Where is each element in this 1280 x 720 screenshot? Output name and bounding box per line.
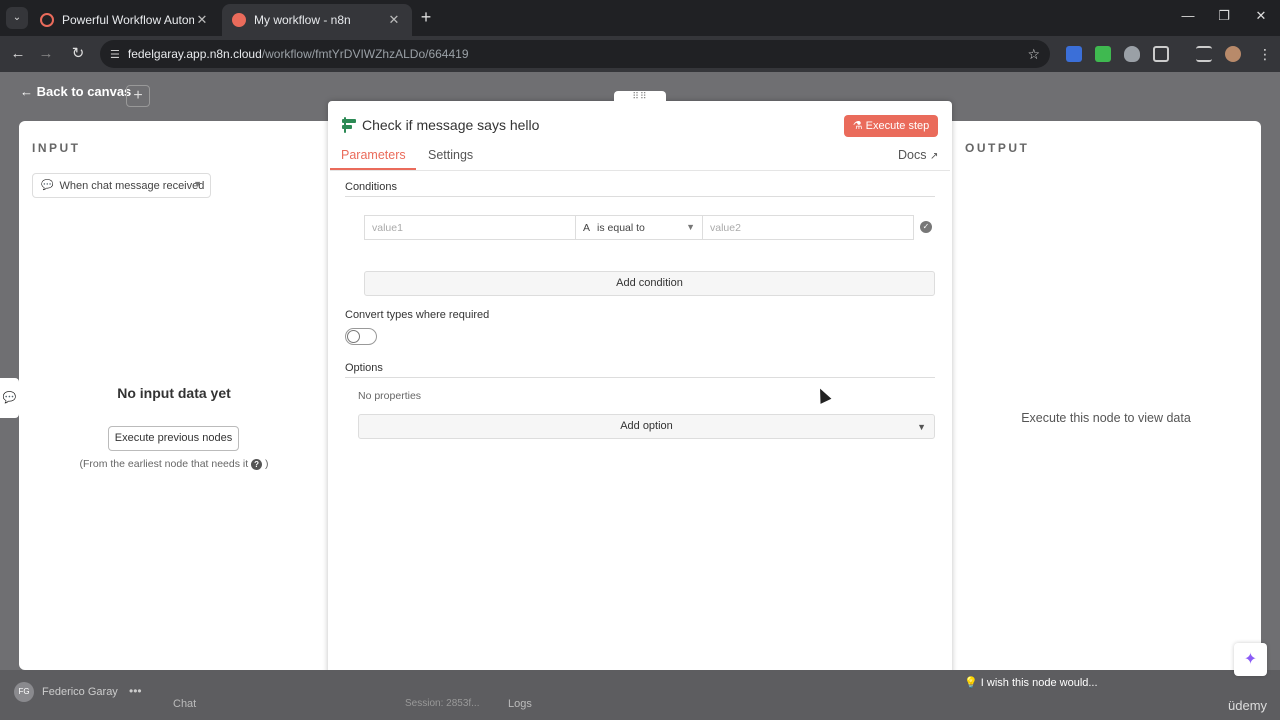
ai-assistant-sparkle-icon[interactable]: ✦ [1234,643,1267,676]
extensions-puzzle-icon[interactable] [1153,46,1169,62]
condition-check-icon: ✓ [920,221,932,233]
operator-value: is equal to [597,221,645,234]
operator-select[interactable]: A is equal to ▼ [575,215,703,240]
tab-divider [330,170,950,171]
close-window-icon[interactable]: ✕ [1251,8,1271,24]
value1-input[interactable]: value1 [364,215,576,240]
more-options-icon[interactable]: ••• [129,684,142,698]
new-tab-icon[interactable]: + [416,8,436,28]
feedback-link[interactable]: 💡 I wish this node would... [964,676,1098,689]
site-info-icon[interactable]: ☰ [110,48,120,61]
profile-avatar-icon[interactable] [1225,46,1241,62]
n8n-favicon-icon [40,13,54,27]
url-host: fedelgaray.app.n8n.cloud [127,47,262,61]
input-pane-title: INPUT [32,141,81,155]
tab-parameters[interactable]: Parameters [341,148,406,162]
reload-icon[interactable]: ↻ [68,44,88,64]
conditions-heading: Conditions [345,181,397,193]
extension-icon[interactable] [1066,46,1082,62]
string-type-icon: A [583,221,591,234]
minimize-icon[interactable]: — [1178,8,1198,23]
add-condition-button[interactable]: Add condition [364,271,935,296]
chevron-down-icon: ▼ [917,422,926,432]
lightbulb-icon: 💡 [964,677,978,689]
convert-types-toggle[interactable] [345,328,377,345]
external-link-icon: ↗ [929,151,939,162]
n8n-favicon-icon [232,13,246,27]
restore-icon[interactable]: ❐ [1214,8,1234,24]
tab-settings[interactable]: Settings [428,148,473,162]
session-id: Session: 2853f... [405,698,480,709]
input-source-select[interactable]: 💬 When chat message received ▼ [32,173,211,198]
add-option-label: Add option [620,420,673,432]
chat-toggle-icon[interactable]: 💬 [0,378,19,418]
hint-text-end: ) [265,458,269,470]
help-icon[interactable]: ? [251,459,263,470]
convert-types-label: Convert types where required [345,309,490,321]
node-parameters-panel [328,101,952,690]
shield-icon[interactable] [1124,46,1140,62]
browser-menu-icon[interactable]: ⋮ [1257,46,1273,62]
browser-tab-active[interactable]: My workflow - n8n ✕ [222,4,412,36]
media-icon[interactable] [1196,46,1212,62]
avatar: FG [14,682,34,702]
browser-tab-inactive[interactable]: Powerful Workflow Automation ✕ [30,4,220,36]
execute-step-button[interactable]: ⚗ Execute step [844,115,938,137]
no-properties-text: No properties [358,390,422,402]
tab-title: My workflow - n8n [254,13,351,27]
docs-label: Docs [898,148,927,162]
options-divider [345,377,935,378]
user-profile[interactable]: FG Federico Garay [14,682,118,702]
toggle-knob [347,330,360,343]
flask-icon: ⚗ [852,120,863,132]
browser-tab-bar: ⌄ Powerful Workflow Automation ✕ My work… [0,0,1280,36]
tab-title: Powerful Workflow Automation [62,13,194,27]
output-empty-message: Execute this node to view data [1021,411,1191,425]
value2-placeholder: value2 [710,221,741,234]
docs-link[interactable]: Docs ↗ [898,148,938,162]
bookmark-star-icon[interactable]: ☆ [1027,46,1040,63]
conditions-divider [345,196,935,197]
close-tab-icon[interactable]: ✕ [386,12,402,28]
address-bar-row: ← → ↻ ☰ fedelgaray.app.n8n.cloud/workflo… [0,36,1280,72]
options-heading: Options [345,362,383,374]
chat-icon: 💬 [41,180,54,191]
if-node-icon [342,117,356,133]
tab-search-icon[interactable]: ⌄ [6,7,28,29]
add-option-dropdown[interactable]: Add option ▼ [358,414,935,439]
input-source-value: When chat message received [59,179,205,192]
forward-icon[interactable]: → [36,44,56,64]
back-to-canvas-link[interactable]: ← Back to canvas [20,84,131,99]
chat-panel-tab[interactable]: Chat [173,698,196,710]
chevron-down-icon: ▼ [686,222,695,232]
url-field[interactable]: ☰ fedelgaray.app.n8n.cloud/workflow/fmtY… [100,40,1050,68]
user-name: Federico Garay [42,686,118,698]
udemy-watermark: üdemy [1228,698,1268,713]
earliest-node-hint: (From the earliest node that needs it ? … [19,458,329,470]
execute-step-label: Execute step [865,120,930,132]
extension-im-icon[interactable] [1095,46,1111,62]
back-icon[interactable]: ← [8,44,28,64]
back-to-canvas-label: Back to canvas [36,84,132,99]
execute-previous-nodes-button[interactable]: Execute previous nodes [108,426,239,451]
chevron-down-icon: ▼ [193,179,202,189]
add-node-button[interactable]: + [126,85,150,107]
output-pane-title: OUTPUT [965,141,1030,155]
feedback-label: I wish this node would... [980,677,1098,689]
no-input-title: No input data yet [117,385,231,401]
hint-text: (From the earliest node that needs it [79,458,249,470]
node-title[interactable]: Check if message says hello [362,117,539,133]
value1-placeholder: value1 [372,221,403,234]
drag-handle-icon[interactable]: ⠿⠿ [614,91,666,103]
value2-input[interactable]: value2 [702,215,914,240]
close-tab-icon[interactable]: ✕ [194,12,210,28]
url-path: /workflow/fmtYrDVIWZhzALDo/664419 [261,47,469,61]
logs-panel-tab[interactable]: Logs [508,698,532,710]
